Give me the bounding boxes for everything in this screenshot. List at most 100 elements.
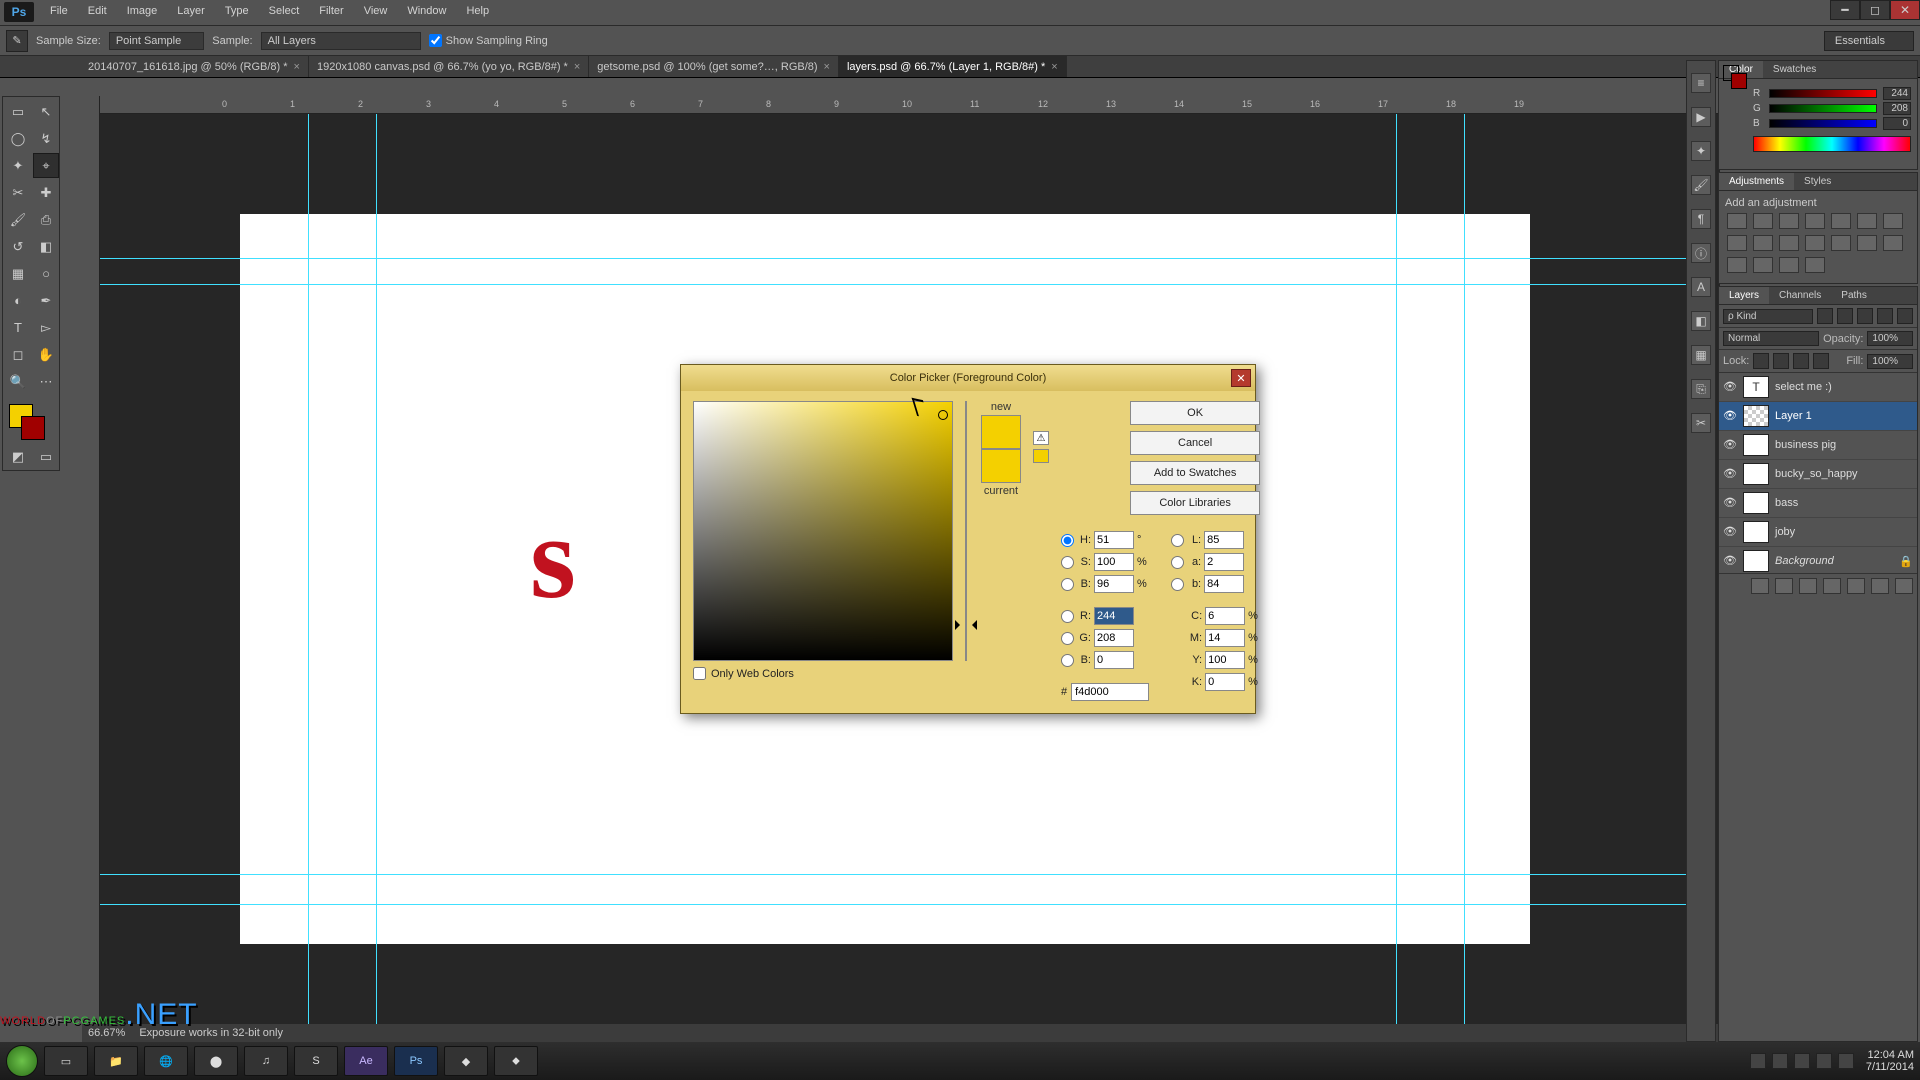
layer-filter-icon[interactable] bbox=[1897, 308, 1913, 324]
type-tool-icon[interactable]: T bbox=[5, 315, 31, 340]
adjustment-icon[interactable] bbox=[1727, 213, 1747, 229]
eyedropper-tool-icon[interactable]: ✎ bbox=[6, 30, 28, 52]
close-icon[interactable]: × bbox=[294, 61, 300, 73]
b-radio[interactable] bbox=[1061, 578, 1074, 591]
zoom-level[interactable]: 66.67% bbox=[88, 1027, 125, 1039]
tab-paths[interactable]: Paths bbox=[1831, 287, 1877, 304]
clone-icon[interactable]: ⎘ bbox=[1691, 379, 1711, 399]
taskbar-app[interactable]: ◆ bbox=[444, 1046, 488, 1076]
ruler-vertical[interactable] bbox=[82, 96, 100, 1042]
layer-row[interactable]: 👁 business pig bbox=[1719, 431, 1917, 460]
ruler-horizontal[interactable]: 0 1 2 3 4 5 6 7 8 9 10 11 12 13 14 15 16… bbox=[82, 96, 1720, 114]
guide[interactable] bbox=[100, 258, 1702, 259]
y-input[interactable] bbox=[1205, 651, 1245, 669]
taskbar-app[interactable]: Ae bbox=[344, 1046, 388, 1076]
b-value[interactable]: 0 bbox=[1883, 117, 1911, 130]
adjustment-icon[interactable] bbox=[1753, 235, 1773, 251]
web-colors-input[interactable] bbox=[693, 667, 706, 680]
layer-name[interactable]: Layer 1 bbox=[1775, 410, 1812, 422]
layer-name[interactable]: business pig bbox=[1775, 439, 1836, 451]
adjustment-icon[interactable] bbox=[1831, 213, 1851, 229]
actions-icon[interactable]: ▶ bbox=[1691, 107, 1711, 127]
layer-name[interactable]: Background bbox=[1775, 555, 1834, 567]
menu-view[interactable]: View bbox=[354, 0, 398, 22]
r-slider[interactable] bbox=[1769, 89, 1877, 98]
sample-layers-dropdown[interactable]: All Layers bbox=[261, 32, 421, 50]
new-layer-icon[interactable] bbox=[1871, 578, 1889, 594]
extra-tool-icon[interactable]: ⋯ bbox=[33, 369, 59, 394]
taskbar-app[interactable]: S bbox=[294, 1046, 338, 1076]
menu-file[interactable]: File bbox=[40, 0, 78, 22]
color-swatches[interactable] bbox=[5, 400, 59, 442]
adjustment-icon[interactable] bbox=[1883, 235, 1903, 251]
guide[interactable] bbox=[100, 284, 1702, 285]
lock-icon[interactable] bbox=[1813, 353, 1829, 369]
l-input[interactable] bbox=[1204, 531, 1244, 549]
adjustment-icon[interactable] bbox=[1805, 235, 1825, 251]
path-tool-icon[interactable]: ▻ bbox=[33, 315, 59, 340]
menu-help[interactable]: Help bbox=[456, 0, 499, 22]
layer-name[interactable]: bucky_so_happy bbox=[1775, 468, 1858, 480]
eyedropper-tool-icon[interactable]: ⌖ bbox=[33, 153, 59, 178]
info-icon[interactable]: ⓘ bbox=[1691, 243, 1711, 263]
dialog-titlebar[interactable]: Color Picker (Foreground Color) ✕ bbox=[681, 365, 1255, 391]
current-color-swatch[interactable] bbox=[981, 449, 1021, 483]
start-button[interactable] bbox=[6, 1045, 38, 1077]
layer-name[interactable]: bass bbox=[1775, 497, 1798, 509]
workspace-switcher[interactable]: Essentials bbox=[1824, 31, 1914, 51]
gamut-warning-icon[interactable]: ⚠ bbox=[1033, 431, 1049, 445]
taskbar-app[interactable]: 🌐 bbox=[144, 1046, 188, 1076]
layer-row[interactable]: 👁Tselect me :) bbox=[1719, 373, 1917, 402]
adjustment-icon[interactable] bbox=[1883, 213, 1903, 229]
document-tab[interactable]: getsome.psd @ 100% (get some?…, RGB/8)× bbox=[589, 56, 839, 77]
menu-select[interactable]: Select bbox=[259, 0, 310, 22]
healing-tool-icon[interactable]: ✚ bbox=[33, 180, 59, 205]
guide[interactable] bbox=[1464, 114, 1465, 1024]
cancel-button[interactable]: Cancel bbox=[1130, 431, 1260, 455]
lock-icon[interactable] bbox=[1793, 353, 1809, 369]
c-input[interactable] bbox=[1205, 607, 1245, 625]
r-input[interactable] bbox=[1094, 607, 1134, 625]
show-sampling-ring-checkbox[interactable]: Show Sampling Ring bbox=[429, 34, 548, 47]
artboard-tool-icon[interactable]: ↖ bbox=[33, 99, 59, 124]
visibility-icon[interactable]: 👁 bbox=[1723, 409, 1737, 423]
adjustment-icon[interactable] bbox=[1857, 235, 1877, 251]
guide[interactable] bbox=[308, 114, 309, 1024]
s-input[interactable] bbox=[1094, 553, 1134, 571]
taskbar-app[interactable]: 📁 bbox=[94, 1046, 138, 1076]
adjustment-icon[interactable] bbox=[1831, 235, 1851, 251]
visibility-icon[interactable]: 👁 bbox=[1723, 438, 1737, 452]
taskbar-app[interactable]: ▭ bbox=[44, 1046, 88, 1076]
r-radio[interactable] bbox=[1061, 610, 1074, 623]
layer-row[interactable]: 👁bucky_so_happy bbox=[1719, 460, 1917, 489]
pen-tool-icon[interactable]: ✒ bbox=[33, 288, 59, 313]
stamp-tool-icon[interactable]: ⎙ bbox=[33, 207, 59, 232]
blend-mode-dropdown[interactable]: Normal bbox=[1723, 331, 1819, 346]
gradient-tool-icon[interactable]: ▦ bbox=[5, 261, 31, 286]
character-icon[interactable]: A bbox=[1691, 277, 1711, 297]
s-radio[interactable] bbox=[1061, 556, 1074, 569]
g-radio[interactable] bbox=[1061, 632, 1074, 645]
menu-type[interactable]: Type bbox=[215, 0, 259, 22]
taskbar-app-active[interactable]: Ps bbox=[394, 1046, 438, 1076]
close-icon[interactable]: × bbox=[574, 61, 580, 73]
tool-presets-icon[interactable]: ✂ bbox=[1691, 413, 1711, 433]
tab-adjustments[interactable]: Adjustments bbox=[1719, 173, 1794, 190]
shape-tool-icon[interactable]: ◻ bbox=[5, 342, 31, 367]
fill-value[interactable]: 100% bbox=[1867, 354, 1913, 369]
layer-row[interactable]: 👁bass bbox=[1719, 489, 1917, 518]
zoom-tool-icon[interactable]: 🔍 bbox=[5, 369, 31, 394]
adjustment-icon[interactable] bbox=[1779, 213, 1799, 229]
ok-button[interactable]: OK bbox=[1130, 401, 1260, 425]
document-tab[interactable]: 1920x1080 canvas.psd @ 66.7% (yo yo, RGB… bbox=[309, 56, 589, 77]
layer-name[interactable]: joby bbox=[1775, 526, 1795, 538]
layer-filter-icon[interactable] bbox=[1877, 308, 1893, 324]
mask-icon[interactable] bbox=[1799, 578, 1817, 594]
hue-slider[interactable] bbox=[965, 401, 967, 661]
menu-window[interactable]: Window bbox=[397, 0, 456, 22]
brush-presets-icon[interactable]: 🖌 bbox=[1691, 175, 1711, 195]
opacity-value[interactable]: 100% bbox=[1867, 331, 1913, 346]
guide[interactable] bbox=[100, 874, 1702, 875]
sv-field[interactable] bbox=[693, 401, 953, 661]
background-swatch[interactable] bbox=[21, 416, 45, 440]
